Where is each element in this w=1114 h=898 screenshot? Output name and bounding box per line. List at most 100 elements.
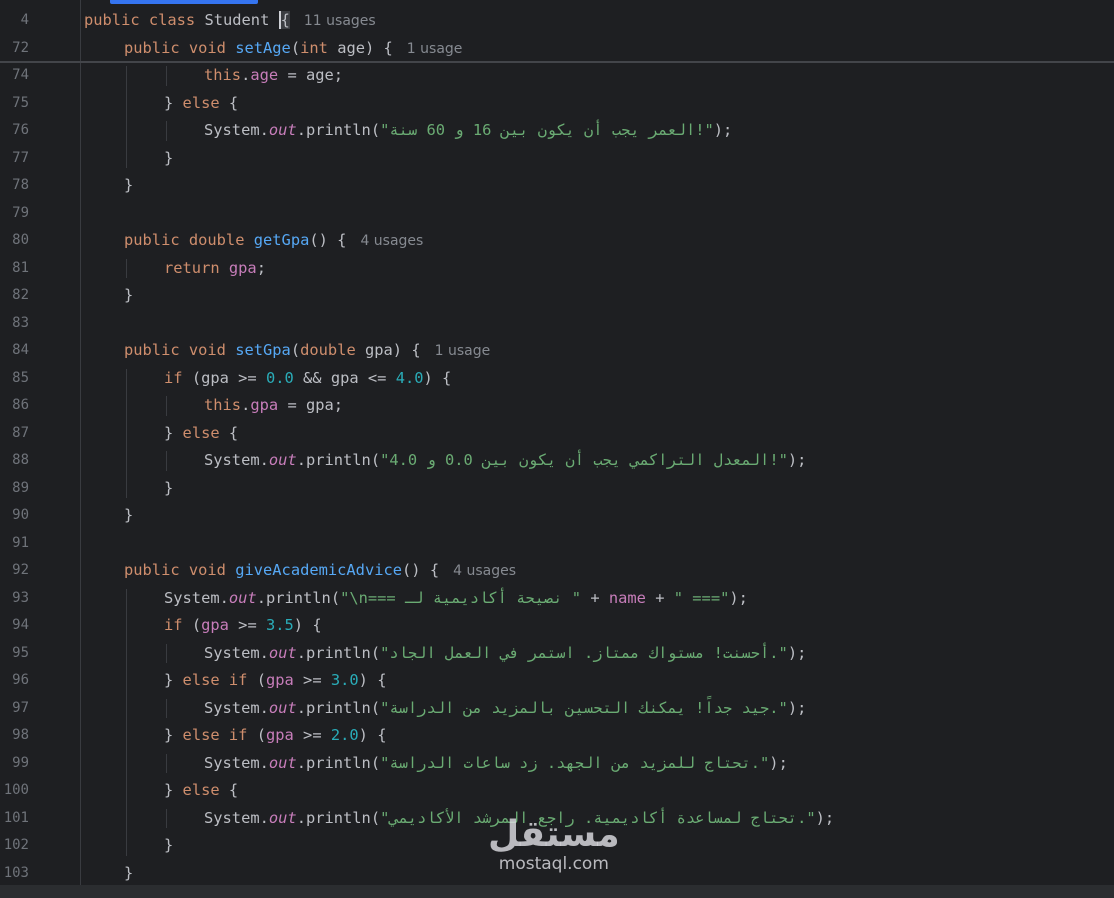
- code-line[interactable]: 76 System.out.println("العمر يجب أن يكون …: [0, 117, 1114, 144]
- line-number[interactable]: 99: [0, 750, 29, 777]
- line-number[interactable]: 98: [0, 722, 29, 749]
- code-line[interactable]: 96 } else if (gpa >= 3.0) {: [0, 667, 1114, 694]
- code-line[interactable]: 75 } else {: [0, 90, 1114, 117]
- line-number[interactable]: 89: [0, 475, 29, 502]
- code-line[interactable]: 84 public void setGpa(double gpa) {1 usag…: [0, 337, 1114, 364]
- code-line[interactable]: 85 if (gpa >= 0.0 && gpa <= 4.0) {: [0, 365, 1114, 392]
- code-text[interactable]: } else {: [164, 90, 238, 117]
- code-line[interactable]: 97 System.out.println("جيد جداً! يمكنك ال…: [0, 695, 1114, 722]
- usages-hint[interactable]: 4 usages: [453, 563, 516, 579]
- code-line[interactable]: 92 public void giveAcademicAdvice() {4 us…: [0, 557, 1114, 584]
- line-number[interactable]: 81: [0, 255, 29, 282]
- code-line[interactable]: 86 this.gpa = gpa;: [0, 392, 1114, 419]
- line-number[interactable]: 93: [0, 585, 29, 612]
- code-line[interactable]: 89}: [0, 475, 1114, 502]
- line-number[interactable]: 102: [0, 832, 29, 859]
- indent-guide: [166, 698, 167, 718]
- line-number[interactable]: 100: [0, 777, 29, 804]
- line-number[interactable]: 92: [0, 557, 29, 584]
- code-text[interactable]: public class Student {11 usages: [84, 7, 376, 35]
- line-number[interactable]: 96: [0, 667, 29, 694]
- line-number[interactable]: 83: [0, 310, 29, 337]
- line-number[interactable]: 72: [0, 35, 29, 62]
- code-line[interactable]: 93 System.out.println("\n=== نصيحة أكاديم…: [0, 585, 1114, 612]
- code-text[interactable]: } else if (gpa >= 3.0) {: [164, 667, 386, 694]
- usages-hint[interactable]: 1 usage: [407, 41, 463, 57]
- code-line[interactable]: 81 return gpa;: [0, 255, 1114, 282]
- line-number[interactable]: 103: [0, 860, 29, 887]
- line-number[interactable]: 97: [0, 695, 29, 722]
- line-number[interactable]: 91: [0, 530, 29, 557]
- line-number[interactable]: 94: [0, 612, 29, 639]
- line-number[interactable]: 88: [0, 447, 29, 474]
- code-text[interactable]: }: [164, 475, 173, 502]
- code-line[interactable]: 80 public double getGpa() {4 usages: [0, 227, 1114, 254]
- line-number[interactable]: 75: [0, 90, 29, 117]
- code-text[interactable]: this.gpa = gpa;: [204, 392, 343, 419]
- code-text[interactable]: } else {: [164, 420, 238, 447]
- code-line[interactable]: 88 System.out.println("المعدل التراكمي يج…: [0, 447, 1114, 474]
- line-number[interactable]: 85: [0, 365, 29, 392]
- code-editor[interactable]: 4 public class Student {11 usages 72 public…: [0, 0, 1114, 898]
- code-text[interactable]: public double getGpa() {4 usages: [124, 227, 423, 255]
- sticky-line[interactable]: 4 public class Student {11 usages: [0, 7, 1114, 34]
- code-text[interactable]: if (gpa >= 3.5) {: [164, 612, 322, 639]
- code-line[interactable]: 78}: [0, 172, 1114, 199]
- code-text[interactable]: public void setGpa(double gpa) {1 usage: [124, 337, 490, 365]
- code-line[interactable]: 95 System.out.println("أحسنت! مستواك ممتا…: [0, 640, 1114, 667]
- code-text[interactable]: } else {: [164, 777, 238, 804]
- indent-guide: [166, 396, 167, 416]
- code-text[interactable]: }: [124, 860, 133, 887]
- code-line[interactable]: 87 } else {: [0, 420, 1114, 447]
- line-number[interactable]: 84: [0, 337, 29, 364]
- horizontal-scrollbar[interactable]: [0, 885, 1114, 898]
- line-number[interactable]: 80: [0, 227, 29, 254]
- usages-hint[interactable]: 4 usages: [360, 233, 423, 249]
- code-text[interactable]: if (gpa >= 0.0 && gpa <= 4.0) {: [164, 365, 451, 392]
- line-number[interactable]: 86: [0, 392, 29, 419]
- code-text[interactable]: public void setAge(int age) {1 usage: [124, 35, 462, 63]
- indent-guide: [166, 66, 167, 86]
- code-line[interactable]: 83: [0, 310, 1114, 337]
- code-text[interactable]: System.out.println("جيد جداً! يمكنك التح…: [204, 695, 806, 722]
- usages-hint[interactable]: 11 usages: [304, 13, 376, 29]
- code-line[interactable]: 77}: [0, 145, 1114, 172]
- code-text[interactable]: System.out.println("أحسنت! مستواك ممتاز.…: [204, 640, 806, 667]
- code-text[interactable]: System.out.println("العمر يجب أن يكون بي…: [204, 117, 732, 144]
- code-text[interactable]: }: [124, 172, 133, 199]
- code-text[interactable]: }: [124, 282, 133, 309]
- usages-hint[interactable]: 1 usage: [435, 343, 491, 359]
- code-line[interactable]: 91: [0, 530, 1114, 557]
- line-number[interactable]: 90: [0, 502, 29, 529]
- code-text[interactable]: System.out.println("تحتاج للمزيد من الجه…: [204, 750, 788, 777]
- line-number[interactable]: 78: [0, 172, 29, 199]
- line-number[interactable]: 76: [0, 117, 29, 144]
- code-line[interactable]: 74 this.age = age;: [0, 62, 1114, 89]
- code-line[interactable]: 100 } else {: [0, 777, 1114, 804]
- code-text[interactable]: this.age = age;: [204, 62, 343, 89]
- sticky-line[interactable]: 72 public void setAge(int age) {1 usage: [0, 35, 1114, 62]
- line-number[interactable]: 87: [0, 420, 29, 447]
- code-line[interactable]: 99 System.out.println("تحتاج للمزيد من ال…: [0, 750, 1114, 777]
- line-number[interactable]: 82: [0, 282, 29, 309]
- code-text[interactable]: public void giveAcademicAdvice() {4 usag…: [124, 557, 516, 585]
- code-text[interactable]: }: [164, 832, 173, 859]
- line-number[interactable]: 4: [0, 7, 29, 34]
- code-text[interactable]: System.out.println("المعدل التراكمي يجب …: [204, 447, 806, 474]
- code-text[interactable]: return gpa;: [164, 255, 266, 282]
- code-text[interactable]: System.out.println("\n=== نصيحة أكاديمية…: [164, 585, 748, 612]
- line-number[interactable]: 77: [0, 145, 29, 172]
- code-text[interactable]: }: [164, 145, 173, 172]
- code-line[interactable]: 79: [0, 200, 1114, 227]
- line-number[interactable]: 101: [0, 805, 29, 832]
- code-line[interactable]: 90}: [0, 502, 1114, 529]
- line-number[interactable]: 74: [0, 62, 29, 89]
- code-text[interactable]: } else if (gpa >= 2.0) {: [164, 722, 386, 749]
- code-line[interactable]: 82}: [0, 282, 1114, 309]
- indent-guide: [166, 753, 167, 773]
- line-number[interactable]: 79: [0, 200, 29, 227]
- code-line[interactable]: 98 } else if (gpa >= 2.0) {: [0, 722, 1114, 749]
- line-number[interactable]: 95: [0, 640, 29, 667]
- code-line[interactable]: 94 if (gpa >= 3.5) {: [0, 612, 1114, 639]
- code-text[interactable]: }: [124, 502, 133, 529]
